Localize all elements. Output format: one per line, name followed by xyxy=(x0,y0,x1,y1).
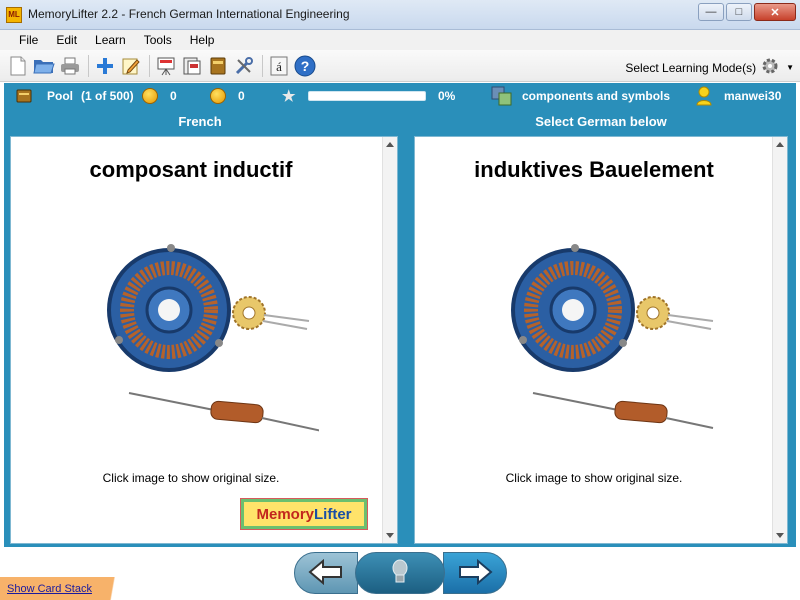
add-icon[interactable] xyxy=(93,54,117,78)
answer-caption: Click image to show original size. xyxy=(505,471,683,485)
progress-text: 0% xyxy=(438,89,456,103)
question-card: composant inductif Click image to show o… xyxy=(10,136,398,544)
inductor-image[interactable] xyxy=(503,235,723,445)
menu-tools[interactable]: Tools xyxy=(135,33,181,47)
status-bar: Pool (1 of 500) 0 0 ★ 0% components and … xyxy=(4,83,796,109)
arrow-left-icon xyxy=(308,558,344,588)
gear-icon xyxy=(760,56,782,79)
menu-help[interactable]: Help xyxy=(181,33,224,47)
toolbar-separator xyxy=(262,54,263,77)
progress-bar xyxy=(308,83,426,109)
window-controls: — □ ✕ xyxy=(698,3,796,21)
user-name: manwei30 xyxy=(724,89,782,103)
card-icon[interactable] xyxy=(180,54,204,78)
close-button[interactable]: ✕ xyxy=(754,3,796,21)
sad-count: 0 xyxy=(238,89,245,103)
bottom-bar: Show Card Stack xyxy=(0,547,800,600)
inductor-image[interactable] xyxy=(99,235,332,445)
show-card-stack-link[interactable]: Show Card Stack xyxy=(0,577,130,600)
maximize-button[interactable]: □ xyxy=(726,3,752,21)
menu-learn[interactable]: Learn xyxy=(86,33,135,47)
answer-word: induktives Bauelement xyxy=(474,157,714,182)
svg-text:á: á xyxy=(276,59,282,74)
happy-count: 0 xyxy=(170,89,177,103)
left-column-header: French xyxy=(178,113,222,129)
question-word: composant inductif xyxy=(89,157,293,182)
toolbar-separator xyxy=(149,54,150,77)
minimize-button[interactable]: — xyxy=(698,3,724,21)
accent-char-icon[interactable]: á xyxy=(267,54,291,78)
question-scrollbar[interactable] xyxy=(382,137,397,543)
app-icon: ML xyxy=(6,7,22,23)
learning-mode-selector[interactable]: Select Learning Mode(s) ▼ xyxy=(625,56,794,79)
memorylifter-logo: Memory Lifter xyxy=(240,498,368,530)
pool-count: (1 of 500) xyxy=(81,89,134,103)
menu-edit[interactable]: Edit xyxy=(47,33,86,47)
hint-button[interactable] xyxy=(355,552,445,594)
toolbar: á ? Select Learning Mode(s) ▼ xyxy=(0,50,800,82)
help-icon[interactable]: ? xyxy=(293,54,317,78)
svg-text:?: ? xyxy=(301,58,310,74)
next-button[interactable] xyxy=(443,552,507,594)
settings-icon[interactable] xyxy=(232,54,256,78)
new-icon[interactable] xyxy=(6,54,30,78)
pool-label[interactable]: Pool xyxy=(47,83,73,109)
previous-button[interactable] xyxy=(294,552,358,594)
print-icon[interactable] xyxy=(58,54,82,78)
question-caption: Click image to show original size. xyxy=(102,471,280,485)
toolbar-separator xyxy=(88,54,89,77)
answer-scrollbar[interactable] xyxy=(772,137,787,543)
lightbulb-icon xyxy=(390,558,410,589)
main-area: French Select German below composant ind… xyxy=(4,109,796,547)
open-icon[interactable] xyxy=(32,54,56,78)
sad-icon xyxy=(210,83,226,109)
title-bar: ML MemoryLifter 2.2 - French German Inte… xyxy=(0,0,800,30)
star-icon: ★ xyxy=(282,88,296,105)
pool-icon xyxy=(16,83,32,109)
chapter-name[interactable]: components and symbols xyxy=(522,83,670,109)
happy-icon xyxy=(142,83,158,109)
logo-text-a: Memory xyxy=(256,505,315,523)
presentation-icon[interactable] xyxy=(154,54,178,78)
menu-file[interactable]: File xyxy=(10,33,47,47)
window-title: MemoryLifter 2.2 - French German Interna… xyxy=(28,7,350,21)
logo-text-b: Lifter xyxy=(314,505,352,523)
answer-card: induktives Bauelement Click image to sho… xyxy=(414,136,788,544)
menu-bar: File Edit Learn Tools Help xyxy=(0,30,800,50)
learning-mode-label: Select Learning Mode(s) xyxy=(625,60,757,75)
chevron-down-icon: ▼ xyxy=(786,63,794,72)
arrow-right-icon xyxy=(457,558,493,588)
user-icon xyxy=(696,83,712,109)
right-column-header: Select German below xyxy=(535,113,667,129)
chapter-icon xyxy=(491,83,513,109)
book-icon[interactable] xyxy=(206,54,230,78)
edit-icon[interactable] xyxy=(119,54,143,78)
